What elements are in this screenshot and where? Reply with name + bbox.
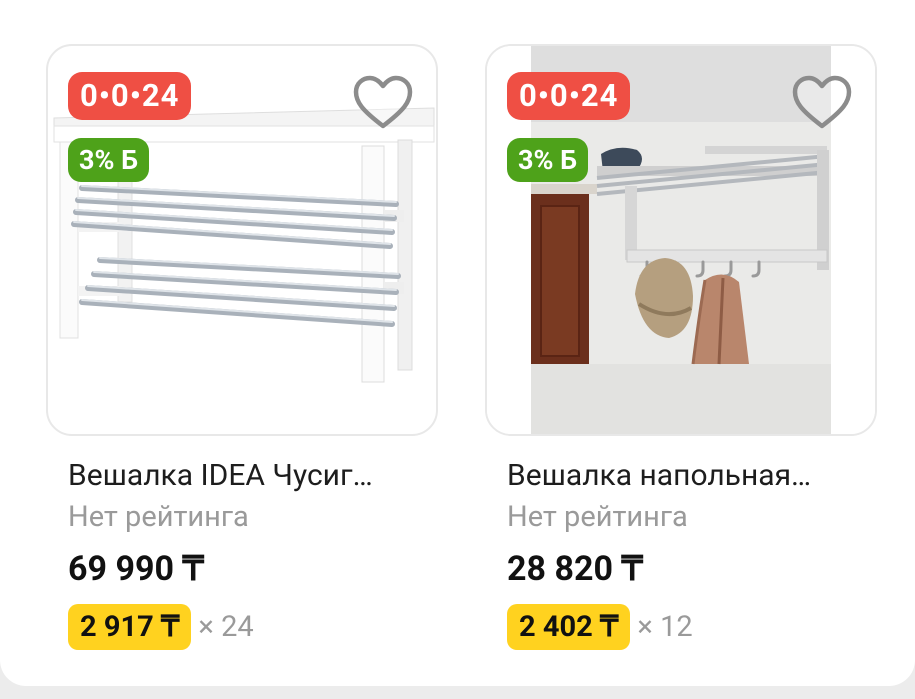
installment-info: 2 917 ₸ × 24	[68, 604, 254, 650]
rating-text: Нет рейтинга	[68, 500, 249, 534]
heart-icon[interactable]	[352, 74, 414, 132]
product-price: 28 820 ₸	[507, 549, 644, 589]
installment-info: 2 402 ₸ × 12	[507, 604, 693, 650]
bonus-badge: 3% Б	[68, 138, 150, 182]
product-card[interactable]: 0•0•24 3% Б Вешалка напольная… Нет рейти…	[485, 44, 877, 650]
rating-text: Нет рейтинга	[507, 500, 688, 534]
installment-months: × 24	[198, 610, 254, 644]
bonus-badge: 3% Б	[507, 138, 589, 182]
product-price: 69 990 ₸	[68, 549, 205, 589]
installment-price: 2 917 ₸	[68, 604, 192, 650]
product-title[interactable]: Вешалка напольная…	[507, 458, 877, 493]
product-image[interactable]: 0•0•24 3% Б	[485, 44, 877, 436]
product-title[interactable]: Вешалка IDEA Чусиг…	[68, 458, 438, 493]
product-image[interactable]: 0•0•24 3% Б	[46, 44, 438, 436]
countdown-badge: 0•0•24	[68, 72, 192, 120]
installment-price: 2 402 ₸	[507, 604, 631, 650]
installment-months: × 12	[637, 610, 693, 644]
product-card[interactable]: 0•0•24 3% Б Вешалка IDEA Чусиг… Нет рейт…	[46, 44, 438, 650]
heart-icon[interactable]	[791, 74, 853, 132]
countdown-badge: 0•0•24	[507, 72, 631, 120]
product-grid: 0•0•24 3% Б Вешалка IDEA Чусиг… Нет рейт…	[0, 0, 915, 686]
